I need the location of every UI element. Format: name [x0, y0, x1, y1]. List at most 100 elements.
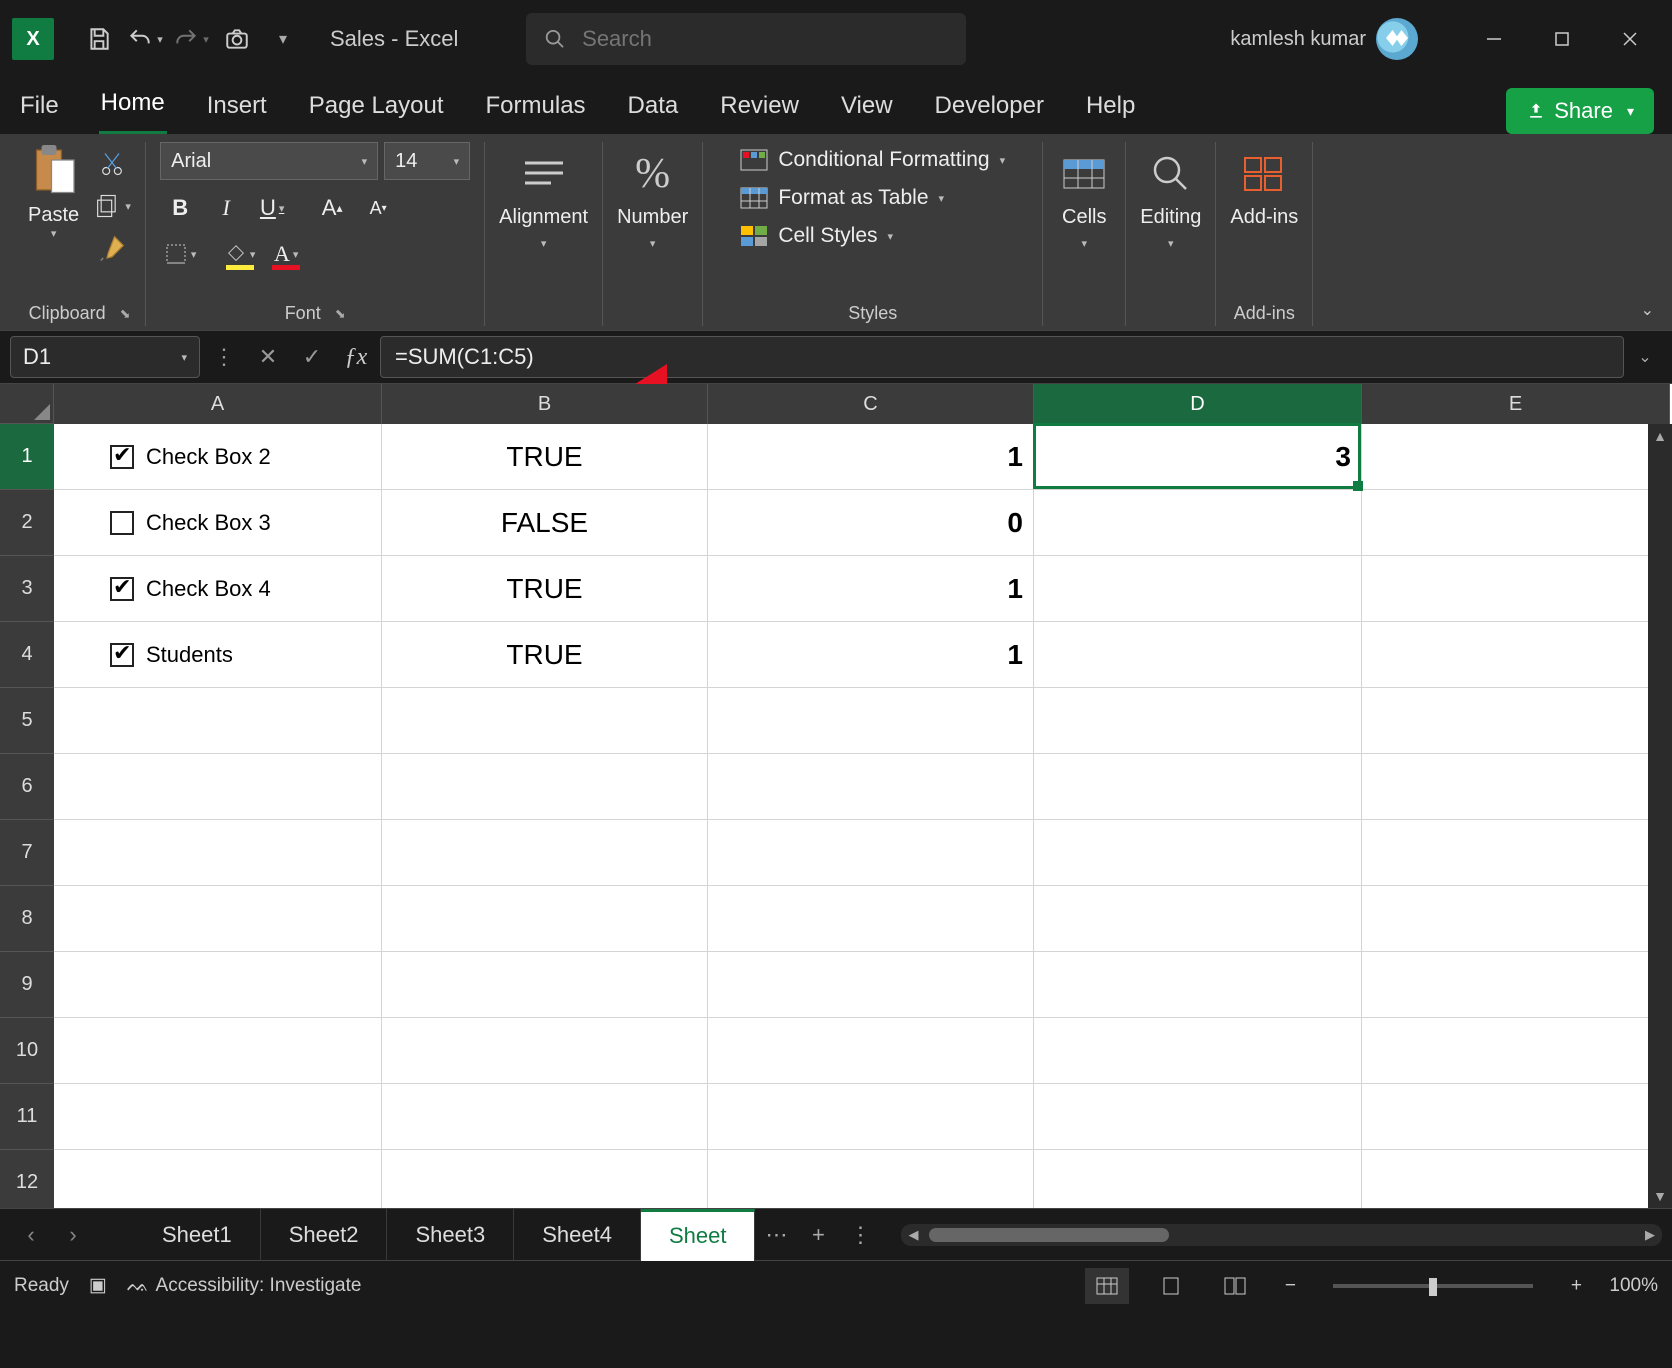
row-header-7[interactable]: 7 [0, 820, 54, 886]
cells-icon[interactable] [1057, 150, 1111, 198]
customize-qat[interactable]: ▾ [264, 20, 302, 58]
cell-B1[interactable]: TRUE [382, 424, 708, 490]
clipboard-launcher[interactable]: ⬊ [120, 306, 131, 322]
bold-button[interactable]: B [160, 190, 200, 226]
user-account[interactable]: kamlesh kumar [1230, 18, 1418, 60]
borders-button[interactable]: ▾ [160, 236, 200, 272]
row-header-5[interactable]: 5 [0, 688, 54, 754]
row-header-10[interactable]: 10 [0, 1018, 54, 1084]
underline-button[interactable]: U▾ [252, 190, 292, 226]
fx-button[interactable]: ƒx [336, 337, 376, 377]
zoom-slider[interactable] [1333, 1284, 1533, 1288]
cell-B2[interactable]: FALSE [382, 490, 708, 556]
editing-icon[interactable] [1144, 150, 1198, 198]
row-header-1[interactable]: 1 [0, 424, 54, 490]
row-header-12[interactable]: 12 [0, 1150, 54, 1216]
col-header-E[interactable]: E [1362, 384, 1670, 424]
checkbox-1[interactable] [110, 445, 134, 469]
search-input[interactable] [582, 26, 948, 52]
vertical-scrollbar[interactable]: ▲▼ [1648, 424, 1672, 1208]
accept-formula[interactable]: ✓ [292, 337, 332, 377]
tab-developer[interactable]: Developer [933, 80, 1046, 134]
sheet-next[interactable]: › [52, 1214, 94, 1256]
cell-B3[interactable]: TRUE [382, 556, 708, 622]
camera-button[interactable] [218, 20, 256, 58]
accessibility-status[interactable]: ᨕAccessibility: Investigate [127, 1275, 362, 1297]
view-page-break[interactable] [1213, 1268, 1257, 1304]
cell-C4[interactable]: 1 [708, 622, 1034, 688]
zoom-in[interactable]: + [1563, 1275, 1589, 1297]
zoom-out[interactable]: − [1277, 1275, 1303, 1297]
cell-A1[interactable]: Check Box 2 [54, 424, 382, 490]
name-box-more[interactable]: ⋮ [204, 337, 244, 377]
sheet-tab-sheet1[interactable]: Sheet1 [134, 1209, 261, 1261]
tab-home[interactable]: Home [99, 77, 167, 134]
conditional-formatting-button[interactable]: Conditional Formatting▾ [740, 148, 1005, 172]
tab-page-layout[interactable]: Page Layout [307, 80, 446, 134]
name-box[interactable]: D1▾ [10, 336, 200, 378]
redo-button[interactable]: ▾ [172, 20, 210, 58]
checkbox-4[interactable] [110, 643, 134, 667]
alignment-icon[interactable] [517, 150, 571, 198]
cell-A3[interactable]: Check Box 4 [54, 556, 382, 622]
checkbox-2[interactable] [110, 511, 134, 535]
row-header-9[interactable]: 9 [0, 952, 54, 1018]
cells-expand[interactable]: ▾ [1081, 237, 1087, 250]
tab-data[interactable]: Data [626, 80, 681, 134]
minimize-button[interactable] [1464, 0, 1524, 78]
font-name-combo[interactable]: Arial▾ [160, 142, 378, 180]
tab-review[interactable]: Review [718, 80, 801, 134]
close-button[interactable] [1600, 0, 1660, 78]
format-as-table-button[interactable]: Format as Table▾ [740, 186, 1005, 210]
zoom-level[interactable]: 100% [1609, 1275, 1658, 1297]
row-header-6[interactable]: 6 [0, 754, 54, 820]
horizontal-scrollbar[interactable]: ◀▶ [901, 1224, 1662, 1246]
formula-expand[interactable]: ⌄ [1628, 347, 1662, 367]
alignment-expand[interactable]: ▾ [541, 237, 547, 250]
row-header-8[interactable]: 8 [0, 886, 54, 952]
sheet-tab-sheet[interactable]: Sheet [641, 1209, 756, 1261]
cell-C1[interactable]: 1 [708, 424, 1034, 490]
sheet-more[interactable]: ⋯ [755, 1222, 797, 1248]
new-sheet[interactable]: + [797, 1222, 839, 1248]
checkbox-3[interactable] [110, 577, 134, 601]
cell-B4[interactable]: TRUE [382, 622, 708, 688]
row-header-2[interactable]: 2 [0, 490, 54, 556]
col-header-D[interactable]: D [1034, 384, 1362, 424]
cell-A4[interactable]: Students [54, 622, 382, 688]
share-button[interactable]: Share ▾ [1506, 88, 1654, 134]
sheet-tab-sheet4[interactable]: Sheet4 [514, 1209, 641, 1261]
font-size-combo[interactable]: 14▾ [384, 142, 470, 180]
sheet-tab-sheet2[interactable]: Sheet2 [261, 1209, 388, 1261]
editing-expand[interactable]: ▾ [1168, 237, 1174, 250]
col-header-B[interactable]: B [382, 384, 708, 424]
view-page-layout[interactable] [1149, 1268, 1193, 1304]
fill-color-button[interactable]: ▾ [220, 236, 260, 272]
col-header-A[interactable]: A [54, 384, 382, 424]
formula-input[interactable]: =SUM(C1:C5) [380, 336, 1624, 378]
view-normal[interactable] [1085, 1268, 1129, 1304]
sheet-tab-sheet3[interactable]: Sheet3 [387, 1209, 514, 1261]
row-header-11[interactable]: 11 [0, 1084, 54, 1150]
number-icon[interactable]: % [626, 150, 680, 198]
maximize-button[interactable] [1532, 0, 1592, 78]
font-launcher[interactable]: ⬊ [335, 306, 346, 322]
cell-styles-button[interactable]: Cell Styles▾ [740, 224, 1005, 248]
macro-icon[interactable]: ▣ [89, 1274, 107, 1297]
italic-button[interactable]: I [206, 190, 246, 226]
sheet-options[interactable]: ⋮ [839, 1222, 881, 1248]
format-painter-button[interactable] [93, 232, 131, 264]
increase-font-button[interactable]: A▴ [312, 190, 352, 226]
search-box[interactable] [526, 13, 966, 65]
font-color-button[interactable]: A▾ [266, 236, 306, 272]
collapse-ribbon[interactable]: ⌄ [1641, 300, 1654, 320]
tab-help[interactable]: Help [1084, 80, 1137, 134]
tab-view[interactable]: View [839, 80, 895, 134]
share-caret[interactable]: ▾ [1627, 103, 1634, 120]
addins-icon[interactable] [1237, 150, 1291, 198]
cell-D1[interactable]: 3 [1034, 424, 1362, 490]
col-header-C[interactable]: C [708, 384, 1034, 424]
paste-button[interactable]: Paste▾ [28, 204, 79, 240]
copy-button[interactable]: ▾ [93, 190, 131, 222]
tab-insert[interactable]: Insert [205, 80, 269, 134]
